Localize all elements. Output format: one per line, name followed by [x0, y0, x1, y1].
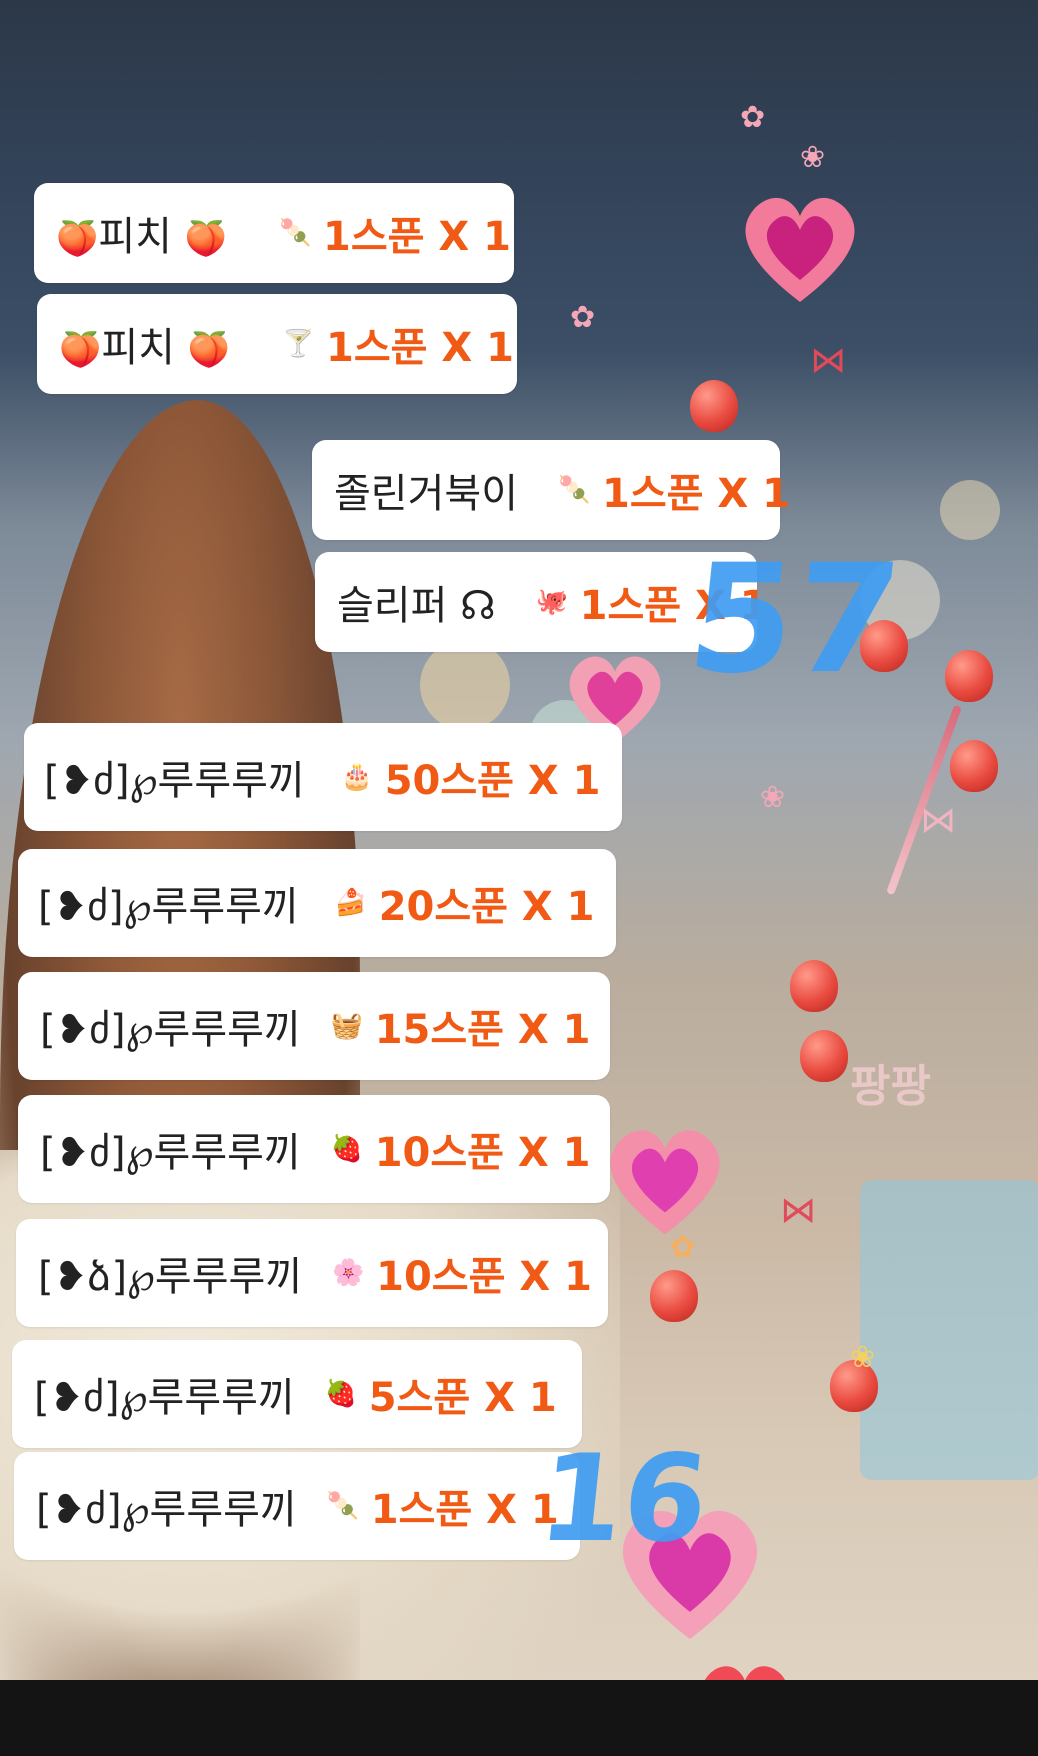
gift-amount: 1스푼 X 1: [370, 1487, 559, 1533]
gift-sticker-icon: 🧺: [330, 1011, 364, 1041]
ribbon-bow-icon: ⋈: [920, 800, 956, 841]
nickname-text: 피치: [98, 214, 172, 260]
gift-message: [❥ძ]℘루루루끼 🍰 20스푼 X 1: [18, 849, 616, 957]
message-nickname: [❥ձ]℘루루루끼: [38, 1254, 303, 1300]
message-nickname: [❥ძ]℘루루루끼: [36, 1487, 297, 1533]
gift-sticker-icon: 🎂: [340, 762, 374, 792]
gift-message: [❥ძ]℘루루루끼 🧺 15스푼 X 1: [18, 972, 610, 1080]
flower-icon: ✿: [670, 1230, 696, 1265]
gift-amount: 5스푼 X 1: [368, 1375, 557, 1421]
gift-message: 🍑피치 🍑 🍡 1스푼 X 1: [34, 183, 514, 283]
gift-sticker-icon: 🍡: [279, 218, 312, 248]
gift-message: [❥ძ]℘루루루끼 🎂 50스푼 X 1: [24, 723, 622, 831]
gift-sticker-icon: 🍰: [334, 888, 368, 918]
flower-icon: ❀: [800, 140, 826, 175]
gift-message: 🍑피치 🍑 🍸 1스푼 X 1: [37, 294, 517, 394]
gift-sticker-icon: 🍓: [330, 1134, 364, 1164]
ribbon-bow-icon: ⋈: [780, 1190, 816, 1231]
flower-icon: ✿: [570, 300, 596, 335]
gift-amount: 1스푼 X 1: [602, 471, 790, 517]
background-sign: [860, 1180, 1038, 1480]
heart-gem-sticker: [610, 1130, 720, 1235]
message-nickname: 슬리퍼 ☊: [337, 583, 496, 629]
bokeh-light: [420, 640, 510, 730]
strawberry-icon: [950, 740, 998, 792]
flower-icon: ❀: [760, 780, 786, 815]
strawberry-icon: [650, 1270, 698, 1322]
strawberry-icon: [800, 1030, 848, 1082]
gift-amount: 1스푼 X 1: [326, 325, 514, 371]
gift-amount: 1스푼 X 1: [323, 214, 511, 260]
handwritten-count-top: 57: [680, 533, 908, 707]
bokeh-light: [940, 480, 1000, 540]
gift-amount: 10스푼 X 1: [374, 1130, 591, 1176]
message-nickname: [❥ძ]℘루루루끼: [44, 758, 305, 804]
peach-icon: 🍑: [59, 330, 102, 370]
flower-icon: ✿: [740, 100, 766, 135]
gift-message: [❥ձ]℘루루루끼 🌸 10스푼 X 1: [16, 1219, 608, 1327]
message-nickname: [❥ძ]℘루루루끼: [40, 1130, 301, 1176]
nickname-text: 피치: [101, 325, 175, 371]
message-nickname: 🍑피치 🍑: [59, 315, 230, 373]
gift-message: 졸린거북이 🍡 1스푼 X 1: [312, 440, 790, 540]
gift-sticker-icon: 🍡: [326, 1491, 360, 1521]
gift-amount: 15스푼 X 1: [374, 1007, 591, 1053]
peach-icon: 🍑: [56, 219, 99, 259]
peach-icon: 🍑: [187, 330, 231, 370]
strawberry-icon: [790, 960, 838, 1012]
gift-message: [❥ძ]℘루루루끼 🍡 1스푼 X 1: [14, 1452, 580, 1560]
message-nickname: [❥ძ]℘루루루끼: [40, 1007, 301, 1053]
gift-amount: 20스푼 X 1: [378, 884, 595, 930]
ribbon-bow-icon: ⋈: [810, 340, 846, 381]
background-sign-text: 팡팡: [850, 1061, 931, 1112]
handwritten-count-bottom: 16: [532, 1430, 715, 1569]
message-nickname: [❥ძ]℘루루루끼: [38, 884, 299, 930]
gift-amount: 10스푼 X 1: [376, 1254, 592, 1300]
gift-sticker-icon: 🐙: [535, 587, 569, 617]
gift-message: [❥ძ]℘루루루끼 🍓 5스푼 X 1: [12, 1340, 582, 1448]
message-nickname: 🍑피치 🍑: [56, 204, 227, 262]
strawberry-icon: [690, 380, 738, 432]
strawberry-icon: [945, 650, 993, 702]
gift-sticker-icon: 🍸: [282, 329, 315, 359]
gift-amount: 50스푼 X 1: [384, 758, 601, 804]
gift-message: [❥ძ]℘루루루끼 🍓 10스푼 X 1: [18, 1095, 610, 1203]
heart-gem-sticker: [745, 197, 855, 302]
gift-sticker-icon: 🌸: [332, 1258, 365, 1288]
flower-icon: ❀: [850, 1340, 876, 1375]
message-nickname: [❥ძ]℘루루루끼: [34, 1375, 295, 1421]
bottom-bar: [0, 1680, 1038, 1756]
message-nickname: 졸린거북이: [334, 471, 518, 517]
peach-icon: 🍑: [184, 219, 228, 259]
gift-sticker-icon: 🍡: [558, 475, 591, 505]
gift-sticker-icon: 🍓: [324, 1379, 358, 1409]
